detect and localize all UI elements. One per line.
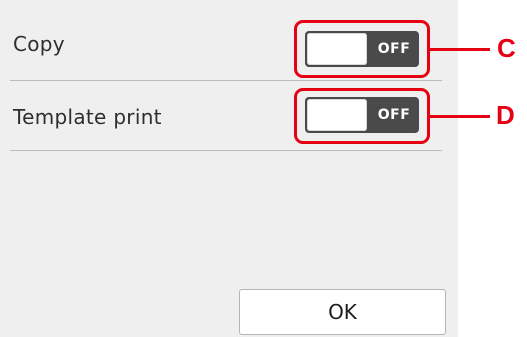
callout-box-c: [294, 20, 430, 78]
manual-illustration: Copy Template print OFF OFF OK C D: [0, 0, 527, 337]
template-print-label: Template print: [13, 105, 162, 129]
callout-line-c: [430, 48, 490, 51]
callout-letter-c: C: [497, 33, 516, 63]
callout-line-d: [430, 115, 490, 118]
callout-box-d: [294, 88, 430, 144]
callout-letter-d: D: [496, 100, 515, 130]
ok-button[interactable]: OK: [239, 289, 446, 335]
copy-label: Copy: [13, 32, 65, 56]
